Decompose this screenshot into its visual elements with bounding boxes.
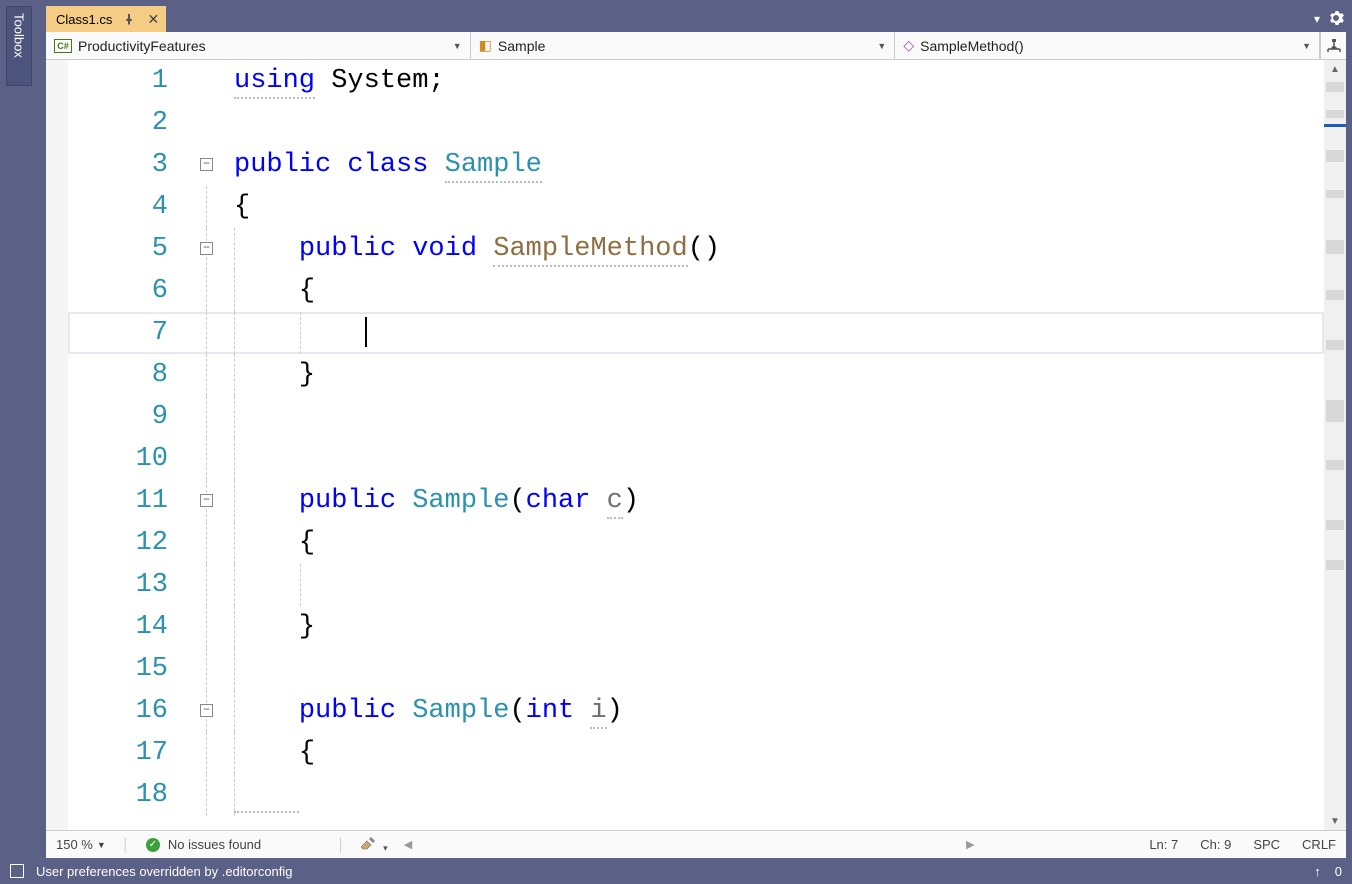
app-status-bar: User preferences overridden by .editorco… — [0, 858, 1352, 884]
nav-project[interactable]: C# ProductivityFeatures ▼ — [46, 32, 471, 59]
issues-indicator[interactable]: ✓ No issues found — [146, 837, 261, 852]
navigation-bar: C# ProductivityFeatures ▼ ◧ Sample ▼ ◇ S… — [46, 32, 1346, 60]
scroll-down-icon[interactable]: ▼ — [1324, 812, 1346, 830]
minimap-mark — [1326, 110, 1344, 118]
line-number: 14 — [68, 606, 198, 648]
method-icon: ◇ — [903, 37, 914, 54]
file-tab[interactable]: Class1.cs ✕ — [46, 6, 166, 32]
line-number: 8 — [68, 354, 198, 396]
text-cursor — [365, 317, 367, 347]
indicator-margin — [46, 60, 68, 830]
status-indent[interactable]: SPC — [1253, 837, 1280, 852]
active-files-dropdown-icon[interactable]: ▾ — [1314, 12, 1320, 26]
nav-class-label: Sample — [498, 38, 545, 54]
minimap-mark — [1326, 150, 1344, 162]
issues-label: No issues found — [168, 837, 261, 852]
pin-icon[interactable] — [122, 12, 136, 26]
nav-class[interactable]: ◧ Sample ▼ — [471, 32, 896, 59]
status-line[interactable]: Ln: 7 — [1149, 837, 1178, 852]
file-tab-label: Class1.cs — [56, 12, 112, 27]
minimap-mark — [1326, 520, 1344, 530]
tab-controls: ▾ — [1314, 6, 1344, 32]
minimap-mark — [1326, 240, 1344, 254]
fold-toggle[interactable]: − — [200, 704, 213, 717]
zoom-level[interactable]: 150 % ▼ — [56, 837, 106, 852]
document-tab-row: Class1.cs ✕ ▾ — [0, 6, 1352, 32]
vertical-scrollbar[interactable]: ▲ ▼ — [1324, 60, 1346, 830]
minimap-mark — [1326, 400, 1344, 422]
status-count: 0 — [1335, 864, 1342, 879]
line-number: 16 — [68, 690, 198, 732]
code-text[interactable]: 1using System; 2 3−public class Sample 4… — [68, 60, 1324, 830]
split-window-button[interactable] — [1320, 32, 1346, 59]
line-number: 2 — [68, 102, 198, 144]
editor-status-bar: 150 % ▼ │ ✓ No issues found │ ▾ ◀ ▶ Ln: … — [46, 830, 1346, 858]
cleanup-icon[interactable]: ▾ — [361, 835, 387, 854]
scroll-right-icon[interactable]: ▶ — [966, 838, 974, 851]
line-number: 15 — [68, 648, 198, 690]
line-number: 13 — [68, 564, 198, 606]
check-icon: ✓ — [146, 838, 160, 852]
editorconfig-icon — [10, 864, 24, 878]
line-number: 11 — [68, 480, 198, 522]
line-number: 6 — [68, 270, 198, 312]
line-number: 4 — [68, 186, 198, 228]
minimap-mark — [1326, 460, 1344, 470]
minimap-mark — [1326, 290, 1344, 300]
status-eol[interactable]: CRLF — [1302, 837, 1336, 852]
line-number: 7 — [68, 312, 198, 354]
status-column[interactable]: Ch: 9 — [1200, 837, 1231, 852]
line-number: 12 — [68, 522, 198, 564]
line-number: 3 — [68, 144, 198, 186]
chevron-down-icon: ▼ — [453, 41, 462, 51]
scroll-up-icon[interactable]: ▲ — [1324, 60, 1346, 78]
nav-project-label: ProductivityFeatures — [78, 38, 206, 54]
minimap-mark — [1326, 340, 1344, 350]
line-number: 1 — [68, 60, 198, 102]
minimap-mark — [1326, 560, 1344, 570]
class-icon: ◧ — [479, 37, 492, 54]
editor: C# ProductivityFeatures ▼ ◧ Sample ▼ ◇ S… — [46, 32, 1346, 858]
line-number: 9 — [68, 396, 198, 438]
publish-icon[interactable]: ↑ — [1314, 864, 1321, 879]
caret-marker — [1324, 124, 1346, 127]
close-icon[interactable]: ✕ — [146, 12, 160, 26]
fold-toggle[interactable]: − — [200, 494, 213, 507]
chevron-down-icon: ▼ — [877, 41, 886, 51]
code-area[interactable]: 1using System; 2 3−public class Sample 4… — [46, 60, 1346, 830]
scroll-left-icon[interactable]: ◀ — [404, 838, 412, 851]
status-message: User preferences overridden by .editorco… — [36, 864, 293, 879]
line-number: 17 — [68, 732, 198, 774]
chevron-down-icon: ▼ — [1302, 41, 1311, 51]
minimap-mark — [1326, 82, 1344, 92]
line-number: 5 — [68, 228, 198, 270]
nav-method-label: SampleMethod() — [920, 38, 1024, 54]
chevron-down-icon: ▼ — [97, 840, 106, 850]
horizontal-scroll[interactable]: ◀ ▶ — [404, 838, 975, 851]
minimap-mark — [1326, 190, 1344, 198]
csharp-icon: C# — [54, 39, 72, 53]
fold-toggle[interactable]: − — [200, 242, 213, 255]
line-number: 18 — [68, 774, 198, 816]
line-number: 10 — [68, 438, 198, 480]
fold-toggle[interactable]: − — [200, 158, 213, 171]
gear-icon[interactable] — [1328, 10, 1344, 29]
nav-method[interactable]: ◇ SampleMethod() ▼ — [895, 32, 1320, 59]
